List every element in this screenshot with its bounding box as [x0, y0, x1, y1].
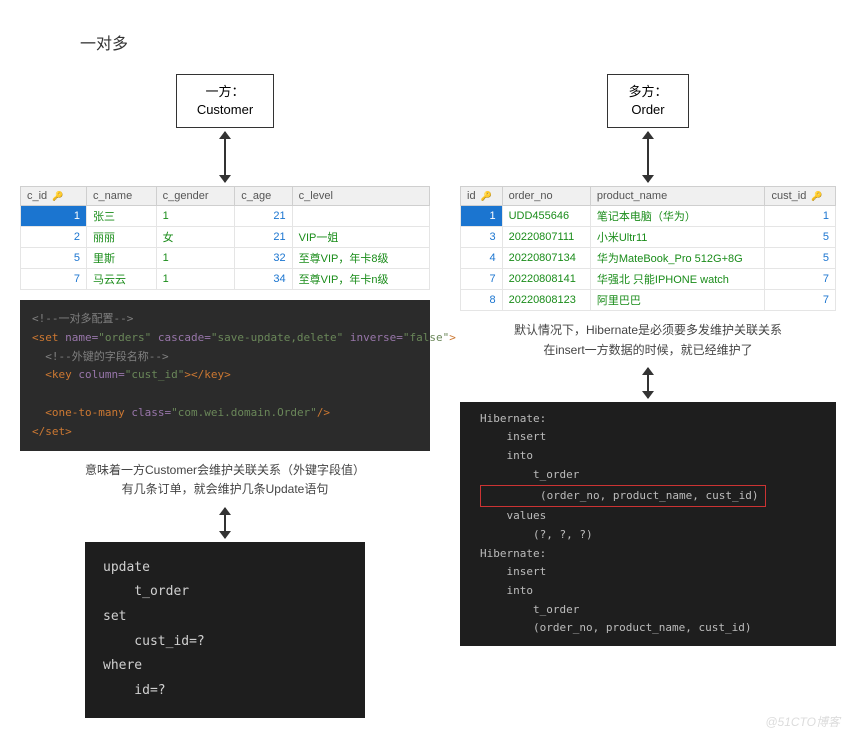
- layout-columns: 一方： Customer c_id c_name c_gender c_age …: [20, 74, 836, 718]
- key-icon: [479, 190, 492, 202]
- col-c_id: c_id: [21, 187, 87, 206]
- update-sql-block: update t_order set cust_id=? where id=?: [85, 542, 365, 718]
- box-order-line2: Order: [631, 102, 664, 117]
- left-caption: 意味着一方Customer会维护关联关系（外键字段值） 有几条订单，就会维护几条…: [85, 461, 365, 499]
- customer-table: c_id c_name c_gender c_age c_level 1张三12…: [20, 186, 430, 290]
- col-product_name: product_name: [590, 187, 765, 206]
- table-row[interactable]: 820220808123阿里巴巴7: [461, 290, 836, 311]
- arrow-right-log: [647, 368, 649, 398]
- table-row[interactable]: 1张三121: [21, 206, 430, 227]
- box-order-line1: 多方：: [628, 84, 667, 99]
- order-table: id order_no product_name cust_id 1UDD455…: [460, 186, 836, 311]
- col-order_no: order_no: [502, 187, 590, 206]
- box-order: 多方： Order: [607, 74, 688, 128]
- col-id: id: [461, 187, 503, 206]
- arrow-left-sql: [224, 508, 226, 538]
- col-many-side: 多方： Order id order_no product_name cust_…: [460, 74, 836, 646]
- col-c_name: c_name: [87, 187, 157, 206]
- box-customer-line1: 一方：: [205, 84, 244, 99]
- table-row[interactable]: 7马云云134至尊VIP，年卡n级: [21, 269, 430, 290]
- xml-mapping-block: <!--一对多配置--> <set name="orders" cascade=…: [20, 300, 430, 451]
- hibernate-log-block: Hibernate: insert into t_order (order_no…: [460, 402, 836, 646]
- col-one-side: 一方： Customer c_id c_name c_gender c_age …: [20, 74, 430, 718]
- table-row[interactable]: 320220807111小米Ultr115: [461, 227, 836, 248]
- arrow-customer-table: [224, 132, 226, 182]
- highlight-insert-columns: (order_no, product_name, cust_id): [480, 485, 766, 508]
- table-row[interactable]: 420220807134华为MateBook_Pro 512G+8G5: [461, 248, 836, 269]
- table-row[interactable]: 1UDD455646笔记本电脑（华为）1: [461, 206, 836, 227]
- table-row[interactable]: 2丽丽女21VIP一姐: [21, 227, 430, 248]
- watermark: @51CTO博客: [765, 713, 840, 730]
- box-customer-line2: Customer: [197, 102, 253, 117]
- key-icon: [809, 190, 822, 202]
- table-row[interactable]: 5里斯132至尊VIP，年卡8级: [21, 248, 430, 269]
- right-caption: 默认情况下，Hibernate是必须要多发维护关联关系 在insert一方数据的…: [514, 321, 782, 359]
- col-cust_id: cust_id: [765, 187, 836, 206]
- col-c_age: c_age: [235, 187, 292, 206]
- table-row[interactable]: 720220808141华强北 只能IPHONE watch7: [461, 269, 836, 290]
- col-c_gender: c_gender: [156, 187, 235, 206]
- key-icon: [50, 190, 63, 202]
- arrow-order-table: [647, 132, 649, 182]
- col-c_level: c_level: [292, 187, 429, 206]
- box-customer: 一方： Customer: [176, 74, 274, 128]
- diagram-title: 一对多: [80, 30, 836, 54]
